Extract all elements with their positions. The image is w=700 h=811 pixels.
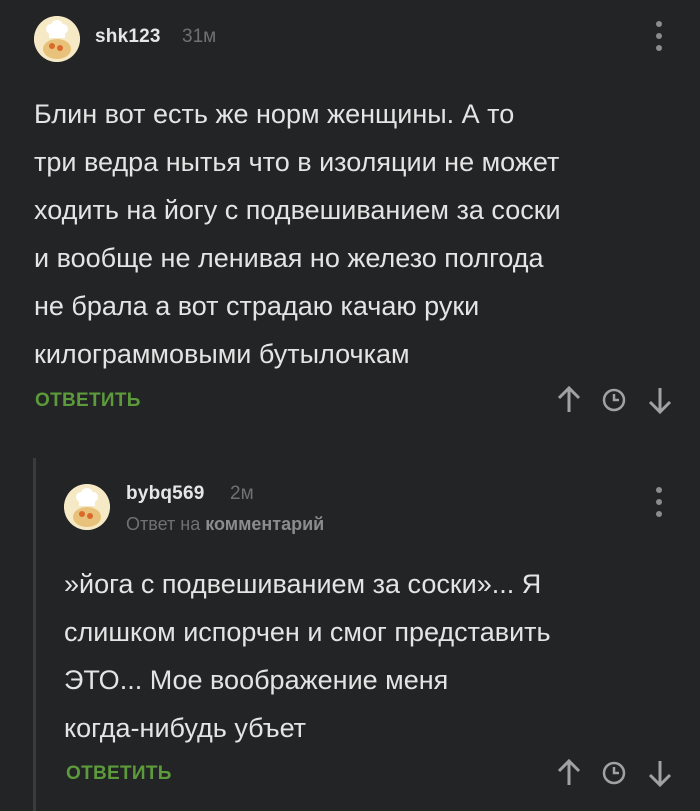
more-vertical-icon[interactable] <box>649 484 669 520</box>
comment-actions <box>550 380 680 420</box>
comment-time: 31м <box>182 26 217 47</box>
comment-text: »йога с подвешиванием за соски»... Я сли… <box>64 569 551 743</box>
reply-button[interactable]: ОТВЕТИТЬ <box>35 390 141 412</box>
arrow-down-icon[interactable] <box>644 380 676 420</box>
comment-reply: bybq569 2м Ответ на комментарий »йога с … <box>0 460 700 811</box>
clock-icon[interactable] <box>598 753 630 793</box>
comment-author[interactable]: bybq569 <box>126 483 205 505</box>
arrow-down-icon[interactable] <box>644 753 676 793</box>
chef-avatar-icon <box>34 16 80 62</box>
comment-actions <box>550 753 680 793</box>
arrow-up-icon[interactable] <box>553 380 585 420</box>
avatar[interactable] <box>64 484 110 530</box>
chef-avatar-icon <box>64 484 110 530</box>
comment-author[interactable]: shk123 <box>95 26 161 48</box>
reply-button[interactable]: ОТВЕТИТЬ <box>66 763 172 785</box>
reply-to-prefix: Ответ на <box>126 514 201 534</box>
comment-time: 2м <box>230 483 254 504</box>
reply-to: Ответ на комментарий <box>126 514 324 535</box>
avatar[interactable] <box>34 16 80 62</box>
arrow-up-icon[interactable] <box>553 753 585 793</box>
reply-to-link[interactable]: комментарий <box>205 514 324 534</box>
comment-text: Блин вот есть же норм женщины. А то три … <box>34 99 561 369</box>
clock-icon[interactable] <box>598 380 630 420</box>
more-vertical-icon[interactable] <box>649 18 669 54</box>
comment: shk123 31м Блин вот есть же норм женщины… <box>0 0 700 440</box>
